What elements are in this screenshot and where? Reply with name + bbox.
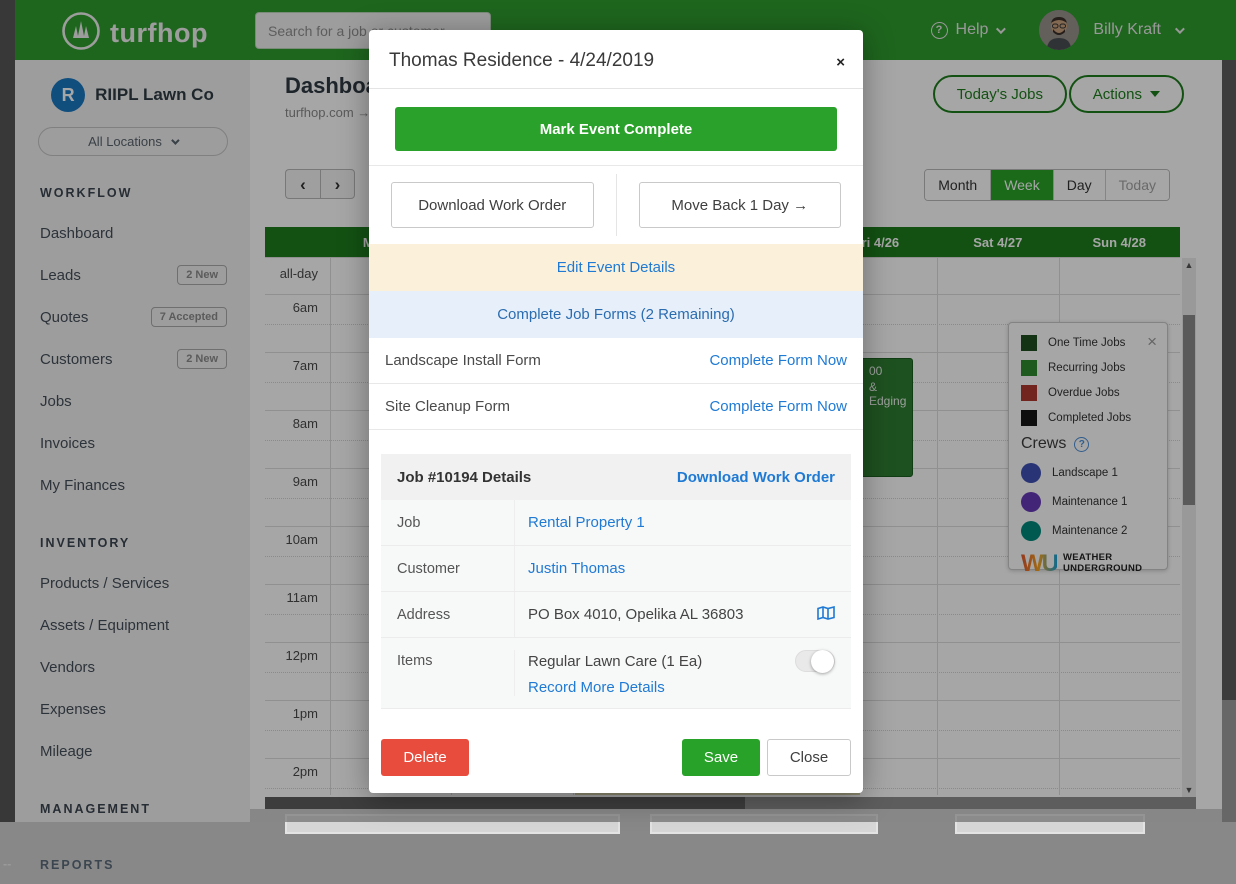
close-button[interactable]: Close: [767, 739, 851, 776]
table-row-job: Job Rental Property 1: [381, 500, 851, 546]
form-name: Landscape Install Form: [385, 352, 541, 369]
row-label: Items: [381, 650, 515, 696]
record-more-details-link[interactable]: Record More Details: [528, 679, 835, 696]
map-icon[interactable]: [817, 606, 835, 624]
table-row-address: Address PO Box 4010, Opelika AL 36803: [381, 592, 851, 638]
complete-job-forms-link[interactable]: Complete Job Forms (2 Remaining): [369, 291, 863, 338]
item-toggle[interactable]: [795, 650, 835, 672]
table-row-customer: Customer Justin Thomas: [381, 546, 851, 592]
save-button[interactable]: Save: [682, 739, 760, 776]
mark-event-complete-button[interactable]: Mark Event Complete: [395, 107, 837, 151]
table-row-items: Items Regular Lawn Care (1 Ea) Record Mo…: [381, 638, 851, 709]
section-title-reports[interactable]: REPORTS: [15, 858, 250, 884]
complete-form-link[interactable]: Complete Form Now: [709, 352, 847, 369]
row-label: Customer: [381, 546, 515, 591]
job-details-title: Job #10194 Details: [397, 469, 531, 486]
event-modal: Thomas Residence - 4/24/2019 × Mark Even…: [369, 30, 863, 793]
row-label: Address: [381, 592, 515, 637]
modal-title: Thomas Residence - 4/24/2019: [389, 50, 843, 72]
download-work-order-button[interactable]: Download Work Order: [391, 182, 594, 228]
address-value: PO Box 4010, Opelika AL 36803: [528, 606, 743, 623]
job-link[interactable]: Rental Property 1: [528, 514, 645, 531]
item-value: Regular Lawn Care (1 Ea): [528, 653, 702, 670]
customer-link[interactable]: Justin Thomas: [528, 560, 625, 577]
edit-event-details-link[interactable]: Edit Event Details: [369, 244, 863, 291]
download-work-order-link[interactable]: Download Work Order: [677, 469, 835, 486]
complete-form-link[interactable]: Complete Form Now: [709, 398, 847, 415]
form-row-landscape-install: Landscape Install Form Complete Form Now: [369, 338, 863, 384]
move-back-button[interactable]: Move Back 1 Day →: [639, 182, 842, 228]
close-icon[interactable]: ×: [836, 54, 845, 71]
job-details-table: Job #10194 Details Download Work Order J…: [381, 454, 851, 709]
row-label: Job: [381, 500, 515, 545]
form-row-site-cleanup: Site Cleanup Form Complete Form Now: [369, 384, 863, 430]
delete-button[interactable]: Delete: [381, 739, 469, 776]
form-name: Site Cleanup Form: [385, 398, 510, 415]
